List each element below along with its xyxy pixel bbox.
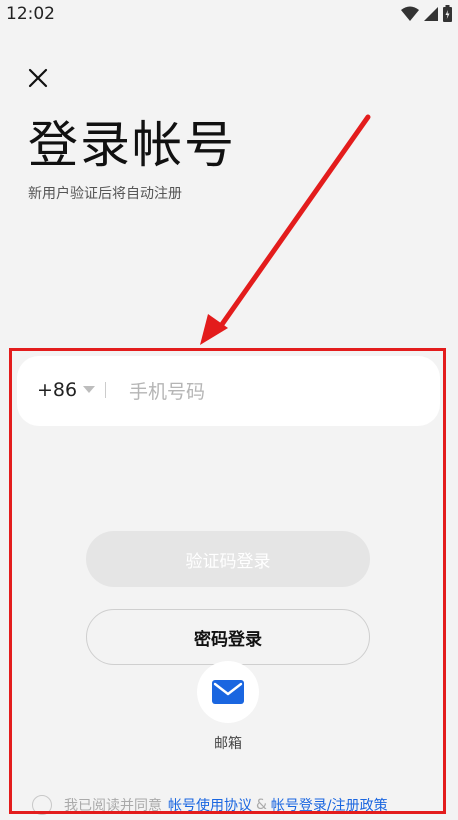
battery-icon xyxy=(443,5,452,22)
close-icon xyxy=(28,68,48,88)
agreement-prefix: 我已阅读并同意 xyxy=(64,798,162,814)
email-login-button[interactable] xyxy=(197,661,259,723)
signal-icon xyxy=(424,6,438,21)
caret-down-icon xyxy=(83,386,96,393)
privacy-policy-link[interactable]: 帐号登录/注册政策 xyxy=(271,795,388,815)
input-divider xyxy=(105,382,106,398)
mail-icon xyxy=(212,680,244,704)
code-login-button[interactable]: 验证码登录 xyxy=(86,531,370,587)
email-login-label: 邮箱 xyxy=(214,736,242,752)
password-login-button[interactable]: 密码登录 xyxy=(86,609,370,665)
agreement-row: 我已阅读并同意 帐号使用协议 & 帐号登录/注册政策 xyxy=(32,793,388,817)
phone-number-input[interactable] xyxy=(127,374,421,410)
page-subtitle: 新用户验证后将自动注册 xyxy=(28,186,182,202)
close-button[interactable] xyxy=(24,64,52,92)
agreement-separator: & xyxy=(256,797,267,813)
agreement-checkbox[interactable] xyxy=(32,795,52,815)
phone-input-row: +86 xyxy=(17,356,440,426)
user-agreement-link[interactable]: 帐号使用协议 xyxy=(168,795,252,815)
country-code-label: +86 xyxy=(37,379,78,401)
status-time: 12:02 xyxy=(6,4,55,24)
country-code-selector[interactable]: +86 xyxy=(37,376,96,404)
status-icons xyxy=(401,5,452,22)
page-title: 登录帐号 xyxy=(28,116,236,174)
wifi-icon xyxy=(401,6,419,21)
status-bar: 12:02 xyxy=(0,0,458,28)
